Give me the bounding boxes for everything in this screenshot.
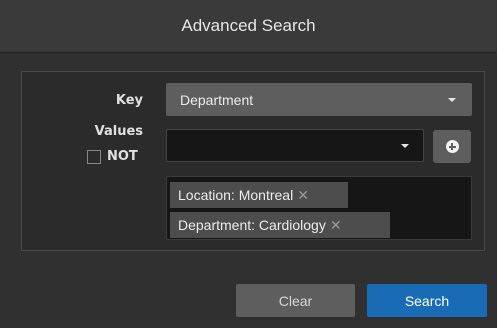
selected-filters-box: Location: Montreal ✕ Department: Cardiol… [166, 176, 472, 240]
not-label: NOT [107, 149, 138, 164]
dialog-header: Advanced Search [0, 0, 497, 53]
caret-down-icon [448, 98, 456, 102]
dialog-title: Advanced Search [181, 16, 316, 35]
filter-tag: Department: Cardiology ✕ [170, 212, 390, 238]
plus-circle-icon [445, 140, 459, 153]
add-value-button[interactable] [433, 130, 471, 163]
key-label: Key [115, 93, 143, 108]
close-icon[interactable]: ✕ [330, 217, 342, 234]
caret-down-icon [401, 144, 409, 148]
close-icon[interactable]: ✕ [297, 187, 309, 204]
key-dropdown[interactable]: Department [166, 83, 472, 116]
filter-tag: Location: Montreal ✕ [170, 182, 348, 208]
search-button[interactable]: Search [367, 284, 487, 317]
values-label: Values [94, 124, 143, 139]
clear-button[interactable]: Clear [236, 284, 355, 317]
key-dropdown-value: Department [180, 91, 254, 108]
filter-tag-label: Department: Cardiology [178, 217, 326, 233]
not-checkbox[interactable] [87, 150, 101, 164]
filter-tag-label: Location: Montreal [178, 187, 294, 203]
advanced-search-dialog: Advanced Search Key Department Values NO… [0, 0, 497, 328]
values-dropdown[interactable] [166, 129, 424, 162]
